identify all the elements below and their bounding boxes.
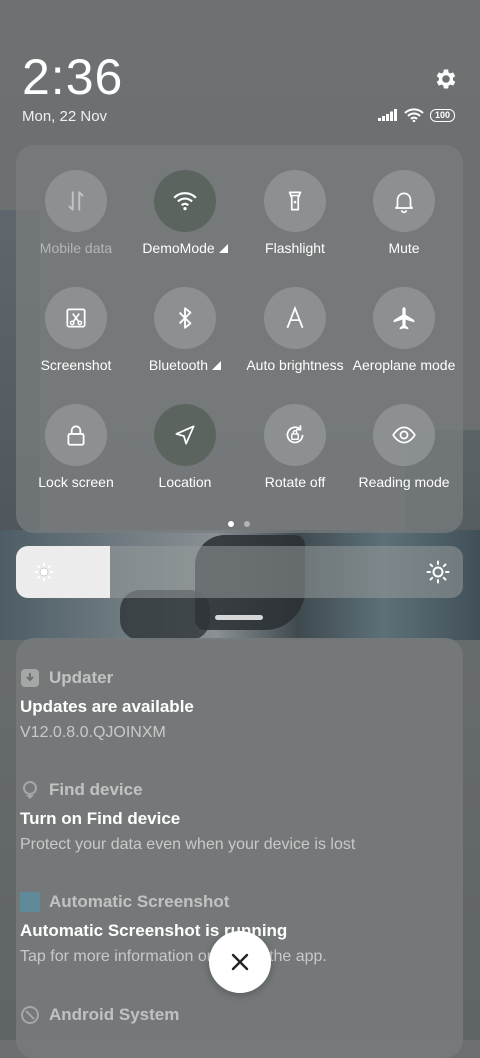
auto-brightness-icon [264, 287, 326, 349]
qs-tile-lock-screen[interactable]: Lock screen [21, 404, 131, 490]
qs-tile-label: Bluetooth [148, 357, 209, 373]
qs-tile-label-wrap: DemoMode [130, 240, 240, 256]
auto-screenshot-app-icon [20, 892, 40, 912]
qs-tile-label: Aeroplane mode [352, 357, 456, 373]
notification-find-device[interactable]: Find device Turn on Find device Protect … [20, 778, 440, 854]
expand-triangle-icon [218, 244, 228, 253]
qs-tile-screenshot[interactable]: Screenshot [21, 287, 131, 373]
screenshot-icon [45, 287, 107, 349]
qs-tile-bluetooth[interactable]: Bluetooth [130, 287, 240, 373]
flashlight-icon [264, 170, 326, 232]
rotate-icon [264, 404, 326, 466]
lock-icon [45, 404, 107, 466]
qs-tile-label: Mobile data [39, 240, 113, 256]
qs-tile-label: Reading mode [358, 474, 450, 490]
brightness-low-icon [34, 562, 54, 582]
qs-tile-mute[interactable]: Mute [349, 170, 459, 256]
qs-tile-label: Location [158, 474, 212, 490]
notification-title: Updates are available [20, 697, 194, 716]
brightness-slider[interactable] [16, 546, 463, 598]
qs-tile-flashlight[interactable]: Flashlight [240, 170, 350, 256]
mobile-data-icon [45, 170, 107, 232]
qs-tile-label: DemoMode [142, 240, 215, 256]
notification-android-system[interactable]: Android System [20, 1003, 440, 1027]
page-dot-2 [244, 521, 250, 527]
clock[interactable]: 2:36 [22, 48, 123, 106]
brightness-fill [16, 546, 110, 598]
notification-app-name: Updater [49, 668, 114, 687]
qs-tile-label: Auto brightness [246, 357, 344, 373]
date[interactable]: Mon, 22 Nov [22, 108, 107, 125]
find-device-app-icon [20, 780, 40, 800]
wifi-icon [154, 170, 216, 232]
qs-tile-label: Lock screen [38, 474, 114, 490]
eye-icon [373, 404, 435, 466]
notification-title: Turn on Find device [20, 809, 181, 828]
notification-app-name: Find device [49, 780, 143, 799]
updater-app-icon [20, 668, 40, 688]
bell-icon [373, 170, 435, 232]
notification-app-name: Android System [49, 1005, 180, 1024]
brightness-high-icon [426, 560, 450, 584]
qs-tile-mobile-data[interactable]: Mobile data [21, 170, 131, 256]
notification-app-name: Automatic Screenshot [49, 892, 230, 911]
drag-handle[interactable] [215, 615, 263, 620]
qs-tile-aeroplane-mode[interactable]: Aeroplane mode [349, 287, 459, 373]
page-dot-1 [228, 521, 234, 527]
qs-tile-reading-mode[interactable]: Reading mode [349, 404, 459, 490]
expand-triangle-icon [212, 361, 222, 370]
qs-tile-demomode[interactable]: DemoMode [130, 170, 240, 256]
qs-tile-rotate-off[interactable]: Rotate off [240, 404, 350, 490]
qs-tile-auto-brightness[interactable]: Auto brightness [240, 287, 350, 373]
qs-page-indicator [228, 521, 250, 527]
qs-tile-label: Flashlight [265, 240, 325, 256]
notification-updater[interactable]: Updater Updates are available V12.0.8.0.… [20, 666, 440, 742]
location-icon [154, 404, 216, 466]
settings-gear-icon[interactable] [433, 66, 459, 92]
notification-body: Protect your data even when your device … [20, 836, 356, 853]
qs-tile-label: Mute [388, 240, 420, 256]
notification-body: V12.0.8.0.QJOINXM [20, 724, 166, 741]
close-icon [231, 953, 249, 971]
airplane-icon [373, 287, 435, 349]
qs-tile-label: Screenshot [40, 357, 112, 373]
bluetooth-icon [154, 287, 216, 349]
android-system-app-icon [20, 1005, 40, 1025]
clear-notifications-button[interactable] [209, 931, 271, 993]
qs-tile-label: Rotate off [264, 474, 326, 490]
qs-tile-location[interactable]: Location [130, 404, 240, 490]
system-status-icons: 100 [378, 108, 456, 122]
wifi-status-icon [404, 108, 424, 122]
battery-indicator: 100 [430, 108, 456, 122]
qs-tile-label-wrap: Bluetooth [130, 357, 240, 373]
signal-icon [378, 109, 397, 121]
